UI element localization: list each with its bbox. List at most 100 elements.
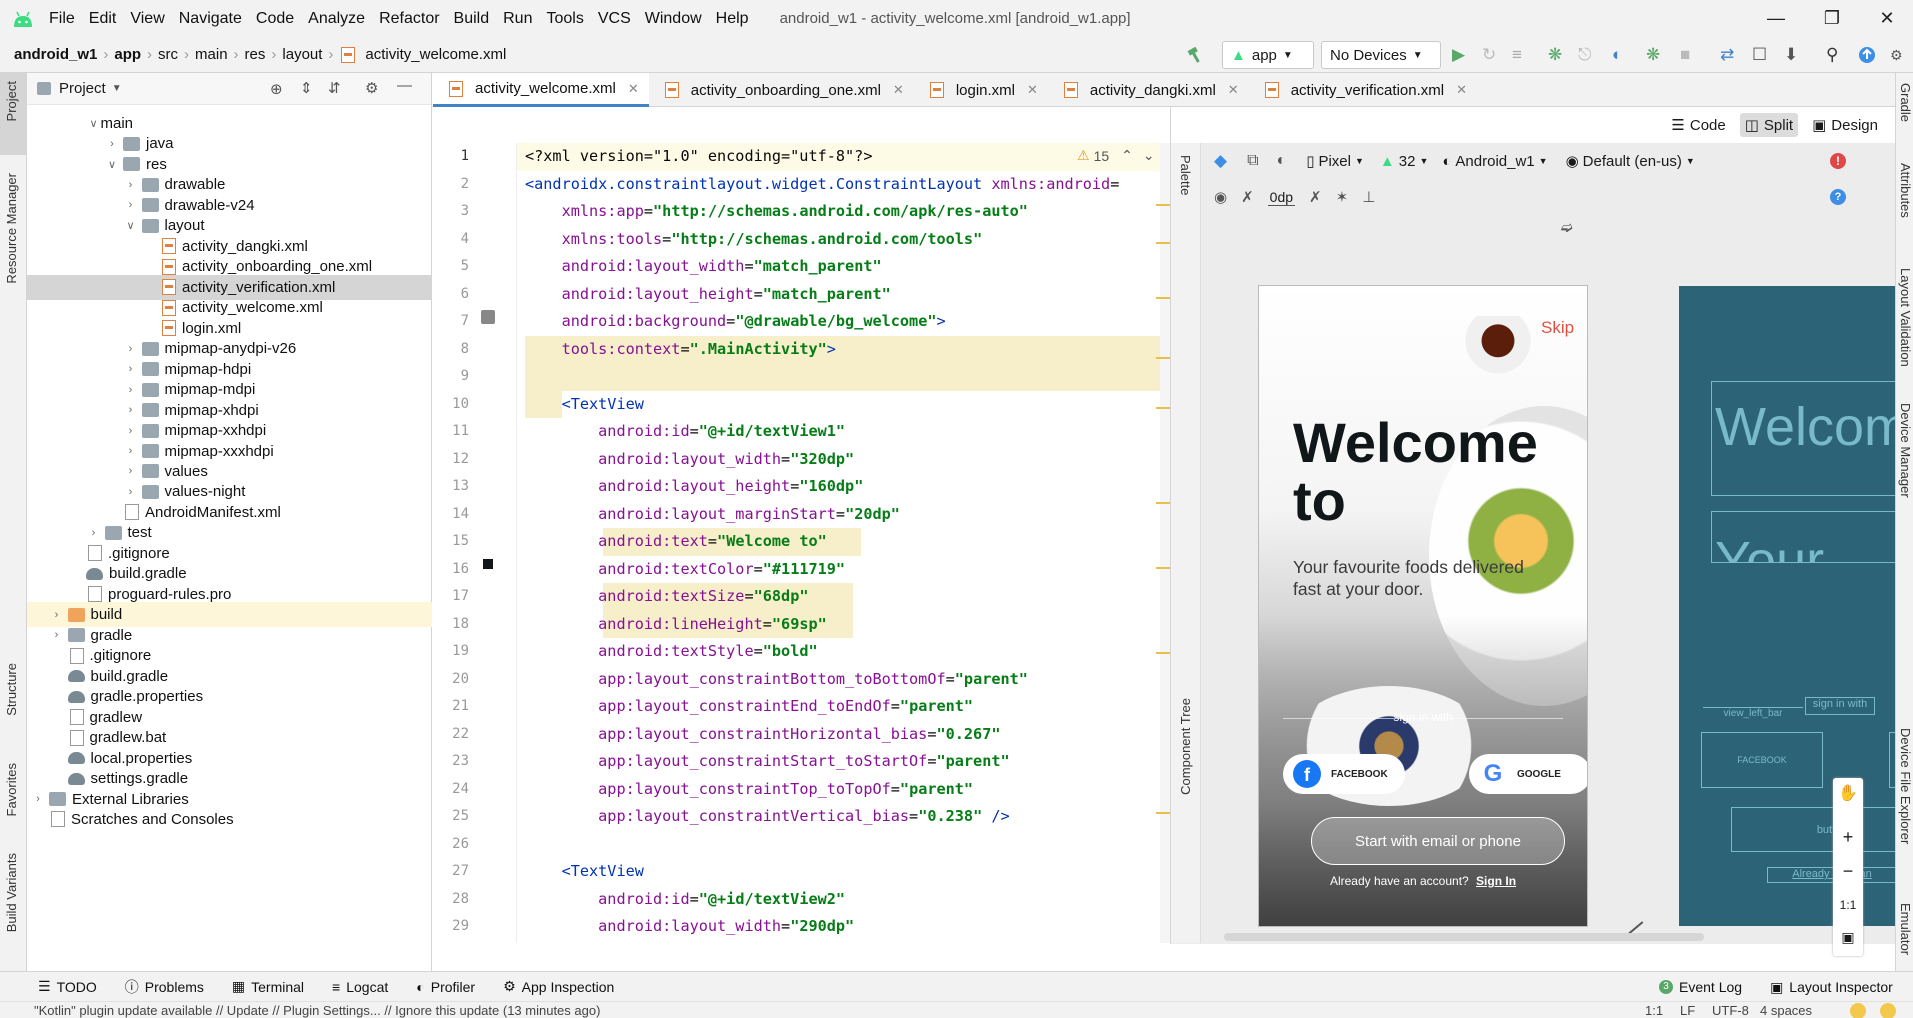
caret-position[interactable]: 1:1 [1645,1002,1663,1018]
warnings-indicator[interactable]: ⚠ 15 ⌃ ⌄ [1077,147,1155,164]
menu-analyze[interactable]: Analyze [301,0,372,37]
line-separator[interactable]: LF [1680,1002,1695,1018]
chevron-right-icon[interactable]: › [124,486,138,498]
code-line[interactable]: app:layout_constraintStart_toStartOf="pa… [525,748,1009,776]
code-line[interactable]: android:textSize="68dp" [525,583,808,611]
chevron-right-icon[interactable]: › [105,138,119,150]
device-select[interactable]: ▯ Pixel ▼ [1306,152,1364,171]
chevron-up-icon[interactable]: ⌃ [1121,147,1133,164]
breadcrumb-item[interactable]: android_w1 [10,46,101,63]
file-encoding[interactable]: UTF-8 [1712,1002,1749,1018]
menu-run[interactable]: Run [496,0,539,37]
memory-icon[interactable] [1880,1003,1896,1018]
menu-help[interactable]: Help [709,0,756,37]
design-mode-button[interactable]: ▣ Design [1812,116,1878,135]
sdk-manager-icon[interactable]: ⬇ [1784,41,1798,69]
google-button[interactable]: G GOOGLE [1469,754,1587,794]
code-line[interactable]: android:text="Welcome to" [525,528,827,556]
autoconnect-icon[interactable]: ✗ [1241,188,1254,206]
feedback-icon[interactable] [1850,1003,1866,1018]
pan-hand-icon[interactable]: ✋ [1833,778,1863,810]
code-line[interactable]: android:layout_marginStart="20dp" [525,501,900,529]
phone-preview[interactable]: Skip Welcome to Your favourite foods del… [1259,286,1587,926]
menu-window[interactable]: Window [638,0,709,37]
apply-changes-icon[interactable]: ≡ [1512,41,1522,69]
locate-icon[interactable]: ⊕ [270,80,283,98]
api-select[interactable]: ▲ 32 ▼ [1380,153,1428,170]
facebook-button[interactable]: f FACEBOOK [1283,754,1405,794]
tab-activity_dangki-xml[interactable]: activity_dangki.xml ✕ [1048,73,1249,107]
project-view-label[interactable]: Project [59,80,106,97]
tab-activity_verification-xml[interactable]: activity_verification.xml ✕ [1249,73,1477,107]
problems-tool[interactable]: ⓘ Problems [111,977,218,997]
tool-favorites[interactable]: Favorites [4,763,19,816]
breadcrumb-item[interactable]: src [154,46,182,63]
design-canvas[interactable]: ◆ ⧉ ◐ ▯ Pixel ▼ ▲ 32 ▼ ◐ Android_w1 ▼ ◉ Default… [1202,143,1909,956]
event-log-tool[interactable]: 3 Event Log [1645,972,1756,1002]
theme-select[interactable]: ◐ Android_w1 ▼ [1442,153,1547,170]
menu-vcs[interactable]: VCS [591,0,638,37]
view-options-icon[interactable]: ◉ [1214,188,1227,206]
tool-gradle[interactable]: Gradle [1898,83,1913,122]
zoom-in-icon[interactable]: + [1833,822,1863,852]
close-tab-icon[interactable]: ✕ [893,82,904,98]
infer-constraints-icon[interactable]: ✶ [1336,188,1349,206]
code-mode-button[interactable]: ☰ Code [1671,116,1725,135]
code-line[interactable]: xmlns:app="http://schemas.android.com/ap… [525,198,1028,226]
code-line[interactable]: android:id="@+id/textView1" [525,418,845,446]
palette-tab[interactable]: Palette [1178,155,1193,195]
chevron-right-icon[interactable]: › [31,793,45,805]
tab-activity_welcome-xml[interactable]: activity_welcome.xml ✕ [433,73,649,107]
editor-scrollbar[interactable] [1160,143,1170,943]
pan-icon[interactable]: ➫ [1561,219,1573,236]
blueprint-preview[interactable]: Welcom Your view_left_bar sign in with F… [1679,286,1909,926]
menu-refactor[interactable]: Refactor [372,0,446,37]
error-icon[interactable]: ! [1830,153,1846,169]
chevron-down-icon[interactable]: ▼ [112,83,122,94]
code-line[interactable]: android:layout_width="match_parent" [525,253,882,281]
layout-inspector-tool[interactable]: ▣ Layout Inspector [1756,972,1907,1002]
orientation-icon[interactable]: ⧉ [1247,152,1258,170]
breadcrumb-item[interactable]: app [110,46,145,63]
logcat-tool[interactable]: ≡ Logcat [318,977,402,997]
chevron-right-icon[interactable]: › [124,384,138,396]
chevron-down-icon[interactable]: ∨ [105,158,119,171]
chevron-right-icon[interactable]: › [124,425,138,437]
night-mode-icon[interactable]: ◐ [1277,152,1287,170]
tool-layout-validation[interactable]: Layout Validation [1898,268,1913,367]
code-line[interactable]: android:layout_height="160dp" [525,473,863,501]
split-mode-button[interactable]: ◫ Split [1739,113,1799,137]
close-tab-icon[interactable]: ✕ [628,81,639,97]
help-icon[interactable]: ? [1830,189,1846,205]
code-line[interactable]: android:id="@+id/textView2" [525,886,845,914]
code-line[interactable]: app:layout_constraintVertical_bias="0.23… [525,803,1010,831]
run-config-select[interactable]: ▲ app ▼ [1222,41,1314,69]
maximize-button[interactable]: ❐ [1809,0,1855,37]
profile-icon[interactable]: ◐ [1612,41,1622,69]
start-with-email-button[interactable]: Start with email or phone [1311,817,1565,865]
canvas-scrollbar[interactable] [1224,933,1704,941]
zoom-fit-icon[interactable]: ▣ [1833,922,1863,952]
chevron-down-icon[interactable]: ∨ [87,117,101,130]
chevron-right-icon[interactable]: › [124,343,138,355]
gear-icon[interactable]: ⚙ [365,79,378,97]
chevron-right-icon[interactable]: › [50,629,64,641]
run-icon[interactable]: ▶ [1452,41,1465,69]
attach-debugger-icon[interactable]: ⎋ [1578,41,1591,69]
code-line[interactable]: android:textColor="#111719" [525,556,845,584]
tool-build-variants[interactable]: Build Variants [4,853,19,932]
code-line[interactable]: app:layout_constraintEnd_toEndOf="parent… [525,693,973,721]
status-message[interactable]: "Kotlin" plugin update available // Upda… [34,1003,600,1018]
debug-icon[interactable]: ❋ [1548,41,1562,69]
menu-edit[interactable]: Edit [82,0,124,37]
chevron-right-icon[interactable]: › [50,609,64,621]
tool-project[interactable]: Project [4,81,19,121]
build-hammer-icon[interactable] [1186,41,1204,69]
layers-icon[interactable]: ◆ [1214,151,1227,171]
default-margin-field[interactable]: 0dp [1267,189,1296,206]
breadcrumb-item[interactable]: activity_welcome.xml [361,46,510,63]
code-line[interactable]: <TextView [525,391,644,419]
menu-file[interactable]: File [42,0,82,37]
code-line[interactable]: tools:context=".MainActivity"> [525,336,836,364]
tool-emulator[interactable]: Emulator [1898,903,1913,955]
